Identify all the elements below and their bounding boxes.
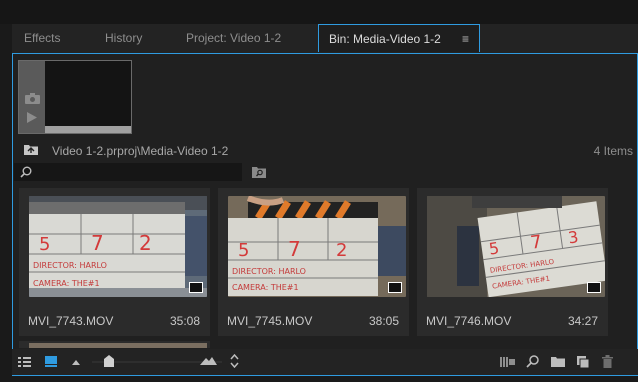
- top-strip: [0, 0, 638, 24]
- svg-text:CAMERA: THE#1: CAMERA: THE#1: [232, 283, 299, 292]
- thumbnail-scrub-bar[interactable]: [45, 126, 131, 133]
- automate-icon[interactable]: [500, 357, 515, 367]
- preview-thumbnail[interactable]: [18, 60, 132, 134]
- svg-text:CAMERA: THE#1: CAMERA: THE#1: [33, 279, 100, 288]
- search-row: [14, 163, 634, 183]
- bin-path-row: Video 1-2.prproj\Media-Video 1-2 4 Items: [18, 142, 633, 160]
- tab-history[interactable]: History: [105, 24, 142, 53]
- search-field[interactable]: [14, 163, 242, 181]
- thumbnail-sidebar: [19, 61, 45, 133]
- svg-text:5: 5: [39, 234, 50, 255]
- clip-name: MVI_7743.MOV: [28, 314, 114, 328]
- clip-thumbnail[interactable]: 5 7 2 DIRECTOR: HARLO CAMERA: THE#1: [29, 196, 207, 297]
- zoom-in-icon[interactable]: [200, 356, 217, 365]
- clip-type-badge: [587, 282, 601, 293]
- clip-card[interactable]: 5 7 2 DIRECTOR: HARLO CAMERA: THE#1 MVI_…: [19, 188, 210, 336]
- svg-text:2: 2: [139, 231, 152, 255]
- camera-icon[interactable]: [25, 93, 40, 104]
- clip-thumbnail-image: 5 7 2 DIRECTOR: HARLO CAMERA: THE#1: [228, 196, 406, 297]
- tab-bin[interactable]: Bin: Media-Video 1-2 ≡: [318, 24, 480, 52]
- clip-thumbnail-image: 5 7 3 DIRECTOR: HARLO CAMERA: THE#1: [427, 196, 605, 297]
- play-icon[interactable]: [27, 112, 37, 123]
- svg-text:5: 5: [238, 240, 249, 261]
- tab-bin-label: Bin: Media-Video 1-2: [329, 32, 441, 46]
- clip-card-partial[interactable]: [19, 341, 210, 348]
- clip-thumbnail[interactable]: 5 7 2 DIRECTOR: HARLO CAMERA: THE#1: [228, 196, 406, 297]
- panel-menu-icon[interactable]: ≡: [462, 25, 469, 54]
- tab-effects[interactable]: Effects: [24, 24, 60, 53]
- clip-name: MVI_7746.MOV: [426, 314, 512, 328]
- bin-up-icon[interactable]: [24, 144, 38, 155]
- clip-type-badge: [388, 282, 402, 293]
- svg-text:2: 2: [336, 240, 347, 261]
- clear-icon[interactable]: [602, 355, 613, 368]
- new-bin-icon[interactable]: [551, 356, 565, 367]
- clip-type-badge: [189, 282, 203, 293]
- clip-name: MVI_7745.MOV: [227, 314, 313, 328]
- bin-path: Video 1-2.prproj\Media-Video 1-2: [52, 144, 229, 158]
- clip-thumbnail-image: 5 7 2 DIRECTOR: HARLO CAMERA: THE#1: [29, 196, 207, 297]
- item-count: 4 Items: [593, 144, 633, 158]
- clip-thumbnail[interactable]: [29, 343, 207, 348]
- icon-view-icon[interactable]: [45, 356, 57, 367]
- clip-grid: 5 7 2 DIRECTOR: HARLO CAMERA: THE#1 MVI_…: [19, 188, 631, 348]
- sort-icon[interactable]: [230, 354, 239, 368]
- panel-tab-bar: Effects History Project: Video 1-2 Bin: …: [12, 24, 638, 53]
- find-icon[interactable]: [526, 355, 539, 368]
- clip-duration: 38:05: [368, 314, 399, 328]
- svg-text:7: 7: [288, 237, 301, 261]
- clip-thumbnail[interactable]: 5 7 3 DIRECTOR: HARLO CAMERA: THE#1: [427, 196, 605, 297]
- zoom-out-icon[interactable]: [72, 359, 80, 365]
- list-view-icon[interactable]: [18, 357, 31, 367]
- zoom-slider-handle[interactable]: [103, 355, 114, 367]
- clip-duration: 35:08: [169, 314, 200, 328]
- search-icon: [20, 166, 32, 178]
- bin-toolbar: [12, 349, 638, 375]
- clip-card[interactable]: 5 7 2 DIRECTOR: HARLO CAMERA: THE#1 MVI_…: [218, 188, 409, 336]
- clip-duration: 34:27: [567, 314, 598, 328]
- tab-project[interactable]: Project: Video 1-2: [186, 24, 281, 53]
- svg-text:7: 7: [91, 231, 104, 255]
- new-item-icon[interactable]: [577, 356, 589, 368]
- svg-text:DIRECTOR: HARLO: DIRECTOR: HARLO: [232, 267, 306, 276]
- svg-text:DIRECTOR: HARLO: DIRECTOR: HARLO: [33, 261, 107, 270]
- clip-card[interactable]: 5 7 3 DIRECTOR: HARLO CAMERA: THE#1 MVI_…: [417, 188, 608, 336]
- find-icon[interactable]: [252, 166, 266, 178]
